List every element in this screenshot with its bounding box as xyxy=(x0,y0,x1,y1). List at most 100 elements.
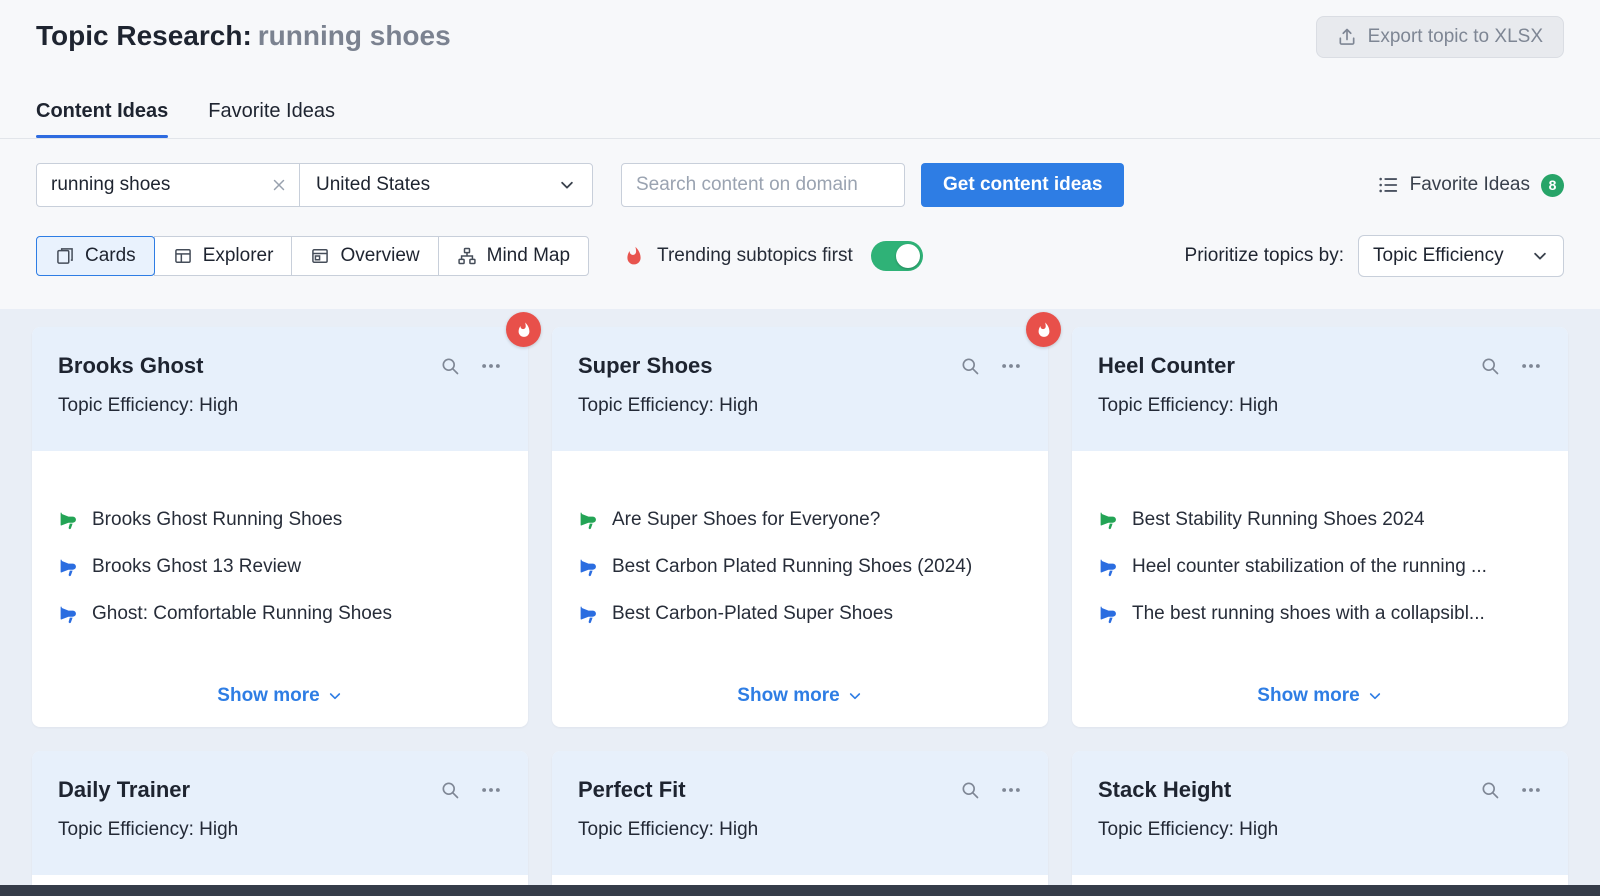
view-overview-button[interactable]: Overview xyxy=(291,236,439,276)
show-more-link[interactable]: Show more xyxy=(217,685,342,707)
get-content-ideas-button[interactable]: Get content ideas xyxy=(921,163,1125,207)
card-search-icon[interactable] xyxy=(1480,780,1500,800)
show-more-label: Show more xyxy=(1257,685,1360,706)
tab-content-ideas[interactable]: Content Ideas xyxy=(36,100,169,138)
topic-card-daily-trainer: Daily Trainer Topic Efficiency: High xyxy=(32,751,528,896)
page-title-query: running shoes xyxy=(257,20,451,51)
content-idea-text: Best Carbon-Plated Super Shoes xyxy=(612,603,893,624)
show-more-link[interactable]: Show more xyxy=(1257,685,1382,707)
card-menu-icon[interactable] xyxy=(1520,779,1542,801)
topic-efficiency-label: Topic Efficiency: High xyxy=(1098,395,1279,416)
topic-query-field xyxy=(36,163,300,207)
card-menu-icon[interactable] xyxy=(480,779,502,801)
trending-flame-badge xyxy=(506,312,541,347)
topic-efficiency-label: Topic Efficiency: High xyxy=(58,395,239,416)
content-idea-text: Best Carbon Plated Running Shoes (2024) xyxy=(612,556,973,577)
topic-card-brooks-ghost: Brooks Ghost Topic Efficiency: High Broo… xyxy=(32,312,541,727)
content-idea-text: Best Stability Running Shoes 2024 xyxy=(1132,509,1425,530)
topic-card-title: Stack Height xyxy=(1098,777,1232,802)
search-row: United States Get content ideas Favorite… xyxy=(36,163,1564,207)
card-search-icon[interactable] xyxy=(960,356,980,376)
megaphone-icon xyxy=(58,557,79,578)
favorites-count-badge: 8 xyxy=(1541,173,1564,197)
topic-card-title: Daily Trainer xyxy=(58,777,191,802)
trending-control: Trending subtopics first xyxy=(623,241,923,271)
upload-icon xyxy=(1337,27,1357,47)
overview-icon xyxy=(310,246,330,266)
megaphone-icon xyxy=(1098,510,1119,531)
page-title-prefix: Topic Research: xyxy=(36,20,252,51)
megaphone-icon xyxy=(1098,604,1119,625)
view-cards-button[interactable]: Cards xyxy=(36,236,155,276)
trending-flame-badge xyxy=(1026,312,1061,347)
megaphone-icon xyxy=(1098,557,1119,578)
card-search-icon[interactable] xyxy=(440,356,460,376)
content-idea-item: Brooks Ghost Running Shoes xyxy=(58,509,502,531)
content-idea-item: Best Carbon Plated Running Shoes (2024) xyxy=(578,556,1022,578)
card-body: Are Super Shoes for Everyone? Best Carbo… xyxy=(552,451,1048,727)
topic-card-title: Heel Counter xyxy=(1098,353,1235,378)
content-idea-item: The best running shoes with a collapsibl… xyxy=(1098,603,1542,625)
show-more-label: Show more xyxy=(217,685,320,706)
megaphone-icon xyxy=(58,510,79,531)
content-idea-text: Brooks Ghost Running Shoes xyxy=(92,509,343,530)
topics-grid: Brooks Ghost Topic Efficiency: High Broo… xyxy=(0,309,1600,896)
content-idea-text: Brooks Ghost 13 Review xyxy=(92,556,302,577)
trending-toggle[interactable] xyxy=(870,241,923,271)
mindmap-icon xyxy=(457,246,477,266)
show-more-label: Show more xyxy=(737,685,840,706)
export-button[interactable]: Export topic to XLSX xyxy=(1315,16,1564,58)
card-header: Brooks Ghost Topic Efficiency: High xyxy=(32,327,528,451)
prioritize-select[interactable]: Topic Efficiency xyxy=(1358,235,1564,277)
card-menu-icon[interactable] xyxy=(1000,355,1022,377)
megaphone-icon xyxy=(578,604,599,625)
favorite-ideas-link[interactable]: Favorite Ideas 8 xyxy=(1377,173,1564,197)
topic-efficiency-label: Topic Efficiency: High xyxy=(578,395,759,416)
card-search-icon[interactable] xyxy=(440,780,460,800)
list-icon xyxy=(1377,174,1399,196)
country-select[interactable]: United States xyxy=(299,163,593,207)
view-switcher: Cards Explorer Overview Mind Map xyxy=(36,236,590,276)
toggle-knob xyxy=(895,244,920,268)
card-search-icon[interactable] xyxy=(960,780,980,800)
megaphone-icon xyxy=(578,510,599,531)
card-header: Daily Trainer Topic Efficiency: High xyxy=(32,751,528,875)
prioritize-select-value: Topic Efficiency xyxy=(1373,245,1504,266)
show-more-link[interactable]: Show more xyxy=(737,685,862,707)
megaphone-icon xyxy=(58,604,79,625)
content-idea-item: Best Carbon-Plated Super Shoes xyxy=(578,603,1022,625)
view-explorer-button[interactable]: Explorer xyxy=(153,236,293,276)
card-menu-icon[interactable] xyxy=(1000,779,1022,801)
content-idea-item: Ghost: Comfortable Running Shoes xyxy=(58,603,502,625)
view-mindmap-button[interactable]: Mind Map xyxy=(437,236,590,276)
favorite-ideas-label: Favorite Ideas xyxy=(1409,174,1530,195)
chevron-down-icon xyxy=(1531,247,1549,265)
content-idea-text: Are Super Shoes for Everyone? xyxy=(612,509,881,530)
topic-efficiency-label: Topic Efficiency: High xyxy=(58,819,239,840)
chevron-down-icon xyxy=(847,688,863,704)
card-menu-icon[interactable] xyxy=(1520,355,1542,377)
prioritize-label: Prioritize topics by: xyxy=(1184,245,1344,266)
topic-query-input[interactable] xyxy=(36,163,300,207)
topic-card-title: Perfect Fit xyxy=(578,777,686,802)
content-idea-text: Heel counter stabilization of the runnin… xyxy=(1132,556,1487,577)
flame-icon xyxy=(623,245,645,267)
content-idea-item: Are Super Shoes for Everyone? xyxy=(578,509,1022,531)
view-overview-label: Overview xyxy=(340,245,420,266)
tab-favorite-ideas[interactable]: Favorite Ideas xyxy=(208,100,335,138)
card-search-icon[interactable] xyxy=(1480,356,1500,376)
cards-icon xyxy=(55,246,75,266)
topic-card-heel-counter: Heel Counter Topic Efficiency: High Best… xyxy=(1072,327,1568,727)
topic-card-stack-height: Stack Height Topic Efficiency: High xyxy=(1072,751,1568,896)
content-idea-item: Heel counter stabilization of the runnin… xyxy=(1098,556,1542,578)
card-header: Heel Counter Topic Efficiency: High xyxy=(1072,327,1568,451)
prioritize-control: Prioritize topics by: Topic Efficiency xyxy=(1185,235,1564,277)
clear-query-icon[interactable] xyxy=(270,176,288,194)
card-menu-icon[interactable] xyxy=(480,355,502,377)
domain-search-input[interactable] xyxy=(621,163,905,207)
content-idea-text: The best running shoes with a collapsibl… xyxy=(1132,603,1485,624)
view-explorer-label: Explorer xyxy=(202,245,274,266)
topic-efficiency-label: Topic Efficiency: High xyxy=(578,819,759,840)
card-header: Perfect Fit Topic Efficiency: High xyxy=(552,751,1048,875)
view-cards-label: Cards xyxy=(85,245,136,266)
